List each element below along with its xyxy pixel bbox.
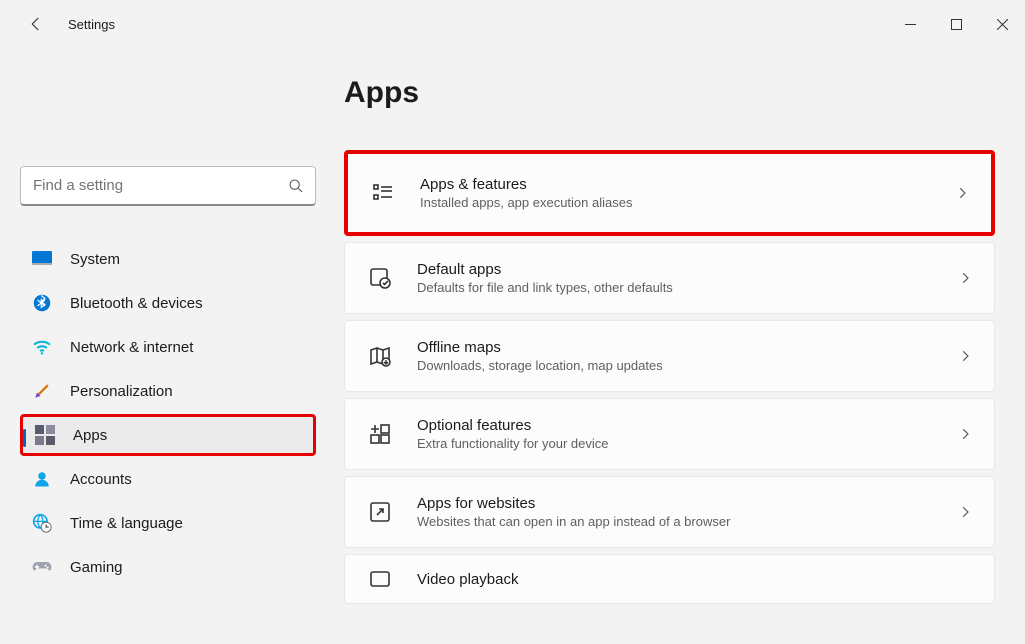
titlebar: Settings: [0, 0, 1025, 48]
sidebar: System Bluetooth & devices Network & int…: [0, 48, 328, 644]
card-subtitle: Extra functionality for your device: [417, 436, 934, 451]
sidebar-item-gaming[interactable]: Gaming: [20, 546, 316, 588]
maximize-icon: [951, 19, 962, 30]
chevron-right-icon: [958, 505, 972, 519]
chevron-right-icon: [958, 427, 972, 441]
card-title: Apps & features: [420, 176, 931, 193]
sidebar-item-label: Gaming: [70, 559, 123, 576]
close-icon: [997, 19, 1008, 30]
card-title: Optional features: [417, 417, 934, 434]
person-icon: [32, 469, 52, 489]
list-icon: [370, 180, 396, 206]
card-title: Default apps: [417, 261, 934, 278]
minimize-icon: [905, 19, 916, 30]
page-title: Apps: [344, 76, 995, 110]
sidebar-item-apps[interactable]: Apps: [20, 414, 316, 456]
wifi-icon: [32, 337, 52, 357]
sidebar-item-label: Time & language: [70, 515, 183, 532]
sidebar-item-label: Bluetooth & devices: [70, 295, 203, 312]
sidebar-item-label: System: [70, 251, 120, 268]
sidebar-item-label: Personalization: [70, 383, 173, 400]
card-apps-features[interactable]: Apps & features Installed apps, app exec…: [344, 150, 995, 236]
card-text: Default apps Defaults for file and link …: [417, 261, 934, 295]
paintbrush-icon: [32, 381, 52, 401]
sidebar-item-accounts[interactable]: Accounts: [20, 458, 316, 500]
bluetooth-icon: [32, 293, 52, 313]
card-subtitle: Defaults for file and link types, other …: [417, 280, 934, 295]
sidebar-item-personalization[interactable]: Personalization: [20, 370, 316, 412]
default-apps-icon: [367, 265, 393, 291]
video-icon: [367, 566, 393, 592]
apps-icon: [35, 425, 55, 445]
window-controls: [887, 8, 1025, 40]
close-button[interactable]: [979, 8, 1025, 40]
back-arrow-icon: [27, 15, 45, 33]
card-text: Offline maps Downloads, storage location…: [417, 339, 934, 373]
sidebar-item-bluetooth[interactable]: Bluetooth & devices: [20, 282, 316, 324]
sidebar-item-label: Apps: [73, 427, 107, 444]
chevron-right-icon: [958, 271, 972, 285]
grid-plus-icon: [367, 421, 393, 447]
search-icon: [288, 178, 304, 194]
card-default-apps[interactable]: Default apps Defaults for file and link …: [344, 242, 995, 314]
card-text: Video playback: [417, 571, 972, 588]
card-subtitle: Downloads, storage location, map updates: [417, 358, 934, 373]
map-icon: [367, 343, 393, 369]
card-text: Apps for websites Websites that can open…: [417, 495, 934, 529]
card-subtitle: Websites that can open in an app instead…: [417, 514, 934, 529]
sidebar-item-time-language[interactable]: Time & language: [20, 502, 316, 544]
card-title: Apps for websites: [417, 495, 934, 512]
card-offline-maps[interactable]: Offline maps Downloads, storage location…: [344, 320, 995, 392]
card-video-playback[interactable]: Video playback: [344, 554, 995, 604]
chevron-right-icon: [955, 186, 969, 200]
open-link-icon: [367, 499, 393, 525]
search-input[interactable]: [20, 166, 316, 206]
card-list: Apps & features Installed apps, app exec…: [344, 150, 995, 604]
nav-list: System Bluetooth & devices Network & int…: [20, 238, 316, 588]
card-subtitle: Installed apps, app execution aliases: [420, 195, 931, 210]
main-content: Apps Apps & features Installed apps, app…: [328, 48, 1025, 644]
card-text: Apps & features Installed apps, app exec…: [420, 176, 931, 210]
chevron-right-icon: [958, 349, 972, 363]
minimize-button[interactable]: [887, 8, 933, 40]
sidebar-item-network[interactable]: Network & internet: [20, 326, 316, 368]
system-icon: [32, 249, 52, 269]
card-apps-websites[interactable]: Apps for websites Websites that can open…: [344, 476, 995, 548]
card-title: Offline maps: [417, 339, 934, 356]
sidebar-item-label: Accounts: [70, 471, 132, 488]
card-title: Video playback: [417, 571, 972, 588]
gamepad-icon: [32, 557, 52, 577]
maximize-button[interactable]: [933, 8, 979, 40]
search-wrap: [20, 166, 316, 206]
sidebar-item-label: Network & internet: [70, 339, 193, 356]
globe-clock-icon: [32, 513, 52, 533]
back-button[interactable]: [20, 8, 52, 40]
sidebar-item-system[interactable]: System: [20, 238, 316, 280]
card-optional-features[interactable]: Optional features Extra functionality fo…: [344, 398, 995, 470]
window-title: Settings: [68, 17, 115, 32]
card-text: Optional features Extra functionality fo…: [417, 417, 934, 451]
